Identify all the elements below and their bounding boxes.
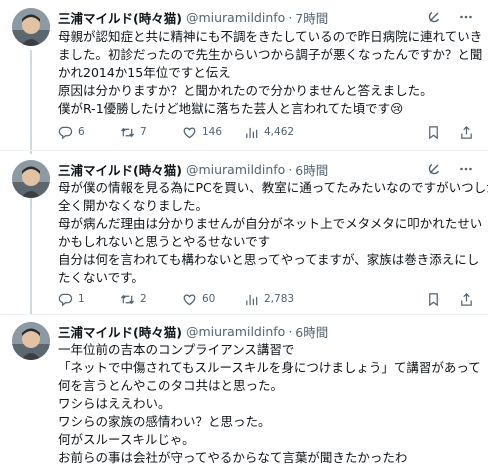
reply-icon: [58, 126, 73, 139]
tweet-line: 自分は何を言われても構わないと思ってやってますが、家族は巻き添えにし: [58, 252, 480, 267]
share-icon[interactable]: [459, 125, 474, 140]
tweet-line: かもしれないと思うとやるせないです: [58, 234, 271, 249]
timestamp[interactable]: 6時間: [295, 322, 328, 341]
views-button[interactable]: 2,783: [244, 292, 306, 307]
bookmark-icon[interactable]: [426, 125, 441, 140]
tweet-line: たくないです。: [58, 270, 144, 285]
reply-count: 6: [78, 126, 85, 138]
tweet-line: 何を言うとんやこのタコ共はと思った。: [58, 378, 284, 393]
more-options-icon[interactable]: [458, 161, 474, 177]
tweet-line: ワシらはええわい。: [58, 396, 171, 411]
retweet-count: 2: [140, 293, 147, 305]
timestamp[interactable]: 6時間: [295, 160, 328, 179]
header-icons: [426, 161, 474, 177]
bookmark-icon[interactable]: [426, 292, 441, 307]
tweet-line: 「ネットで中傷されてもスルースキルを身につけましょう」て講習があって: [58, 360, 481, 375]
reply-button[interactable]: 1: [58, 292, 120, 307]
avatar[interactable]: [12, 322, 50, 360]
display-name[interactable]: 三浦マイルド(時々猫): [58, 322, 182, 341]
action-bar: 6 7 146 4,462: [58, 123, 474, 141]
retweet-icon: [120, 127, 135, 137]
timestamp[interactable]: 7時間: [295, 8, 328, 27]
like-count: 60: [202, 293, 216, 305]
tweet-3[interactable]: 三浦マイルド(時々猫) @miuramildinfo · 6時間 一年位前の吉本…: [0, 322, 488, 468]
tweet-line: 全く開かなくなりました。: [58, 198, 209, 213]
retweet-count: 7: [140, 126, 147, 138]
grok-icon[interactable]: [426, 9, 442, 25]
separator-dot: ·: [288, 161, 293, 177]
like-button[interactable]: 146: [182, 125, 244, 140]
separator-dot: ·: [288, 9, 293, 25]
views-button[interactable]: 4,462: [244, 125, 306, 140]
tweet-text: 母が僕の情報を見る為にPCを買い、教室に通ってたみたいなのですがいつしか 全く開…: [58, 179, 488, 287]
reply-count: 1: [78, 293, 85, 305]
reply-icon: [58, 293, 73, 306]
action-right-group: [426, 125, 474, 140]
view-count: 4,462: [264, 126, 295, 138]
display-name[interactable]: 三浦マイルド(時々猫): [58, 8, 182, 27]
tweet-line: お前らの事は会社が守ってやるからなて言葉が聞きたかったわ: [58, 450, 408, 465]
tweet-line: 母親が認知症と共に精神にも不調をきたしているので昨日病院に連れていき: [58, 29, 483, 44]
tweet-line: 一年位前の吉本のコンプライアンス講習で: [58, 342, 295, 357]
retweet-button[interactable]: 7: [120, 125, 182, 140]
tweet-line: 母が病んだ理由は分かりませんが自分がネット上でメタメタに叩かれたせい: [58, 216, 483, 231]
tweet-line: ワシらの家族の感情わい？と思った。: [58, 414, 271, 429]
share-icon[interactable]: [459, 292, 474, 307]
tweet-2[interactable]: 三浦マイルド(時々猫) @miuramildinfo · 6時間 母が僕の情報を…: [0, 160, 488, 310]
tweet-text: 母親が認知症と共に精神にも不調をきたしているので昨日病院に連れていき ました。初…: [58, 28, 483, 118]
heart-icon: [183, 294, 196, 305]
view-count: 2,783: [264, 293, 295, 305]
tweet-line: 何がスルースキルじゃ。: [58, 432, 195, 447]
retweet-button[interactable]: 2: [120, 292, 182, 307]
avatar[interactable]: [12, 160, 50, 198]
views-chart-icon: [246, 294, 258, 305]
tweet-text: 一年位前の吉本のコンプライアンス講習で 「ネットで中傷されてもスルースキルを身に…: [58, 341, 481, 467]
tweet-line: 母が僕の情報を見る為にPCを買い、教室に通ってたみたいなのですがいつしか: [58, 180, 488, 195]
tweet-header: 三浦マイルド(時々猫) @miuramildinfo · 6時間: [58, 160, 328, 178]
more-options-icon[interactable]: [458, 9, 474, 25]
tweet-line: 原因は分かりますか？と聞かれたので分かりませんと答えました。: [58, 83, 433, 98]
user-handle[interactable]: @miuramildinfo: [186, 324, 285, 339]
tweet-line: かれ2014か15年位ですと伝え: [58, 65, 231, 80]
tweet-line: ました。初診だったので先生からいつから調子が悪くなったんですか？と聞: [58, 47, 483, 62]
display-name[interactable]: 三浦マイルド(時々猫): [58, 160, 182, 179]
tweet-header: 三浦マイルド(時々猫) @miuramildinfo · 7時間: [58, 8, 328, 26]
grok-icon[interactable]: [426, 161, 442, 177]
tweet-line: 僕がR-1優勝したけど地獄に落ちた芸人と言われてた頃です😢: [58, 101, 404, 116]
avatar[interactable]: [12, 8, 50, 46]
separator-dot: ·: [288, 323, 293, 339]
tweet-1[interactable]: 三浦マイルド(時々猫) @miuramildinfo · 7時間 母親が認知症と…: [0, 8, 488, 154]
user-handle[interactable]: @miuramildinfo: [186, 162, 285, 177]
views-chart-icon: [246, 127, 258, 138]
reply-button[interactable]: 6: [58, 125, 120, 140]
retweet-icon: [120, 294, 135, 304]
user-handle[interactable]: @miuramildinfo: [186, 10, 285, 25]
action-right-group: [426, 292, 474, 307]
header-icons: [426, 9, 474, 25]
tweet-divider: [0, 314, 488, 315]
like-count: 146: [202, 126, 223, 138]
heart-icon: [183, 127, 196, 138]
like-button[interactable]: 60: [182, 292, 244, 307]
tweet-header: 三浦マイルド(時々猫) @miuramildinfo · 6時間: [58, 322, 328, 340]
action-bar: 1 2 60 2,783: [58, 290, 474, 308]
tweet-divider: [0, 150, 488, 151]
